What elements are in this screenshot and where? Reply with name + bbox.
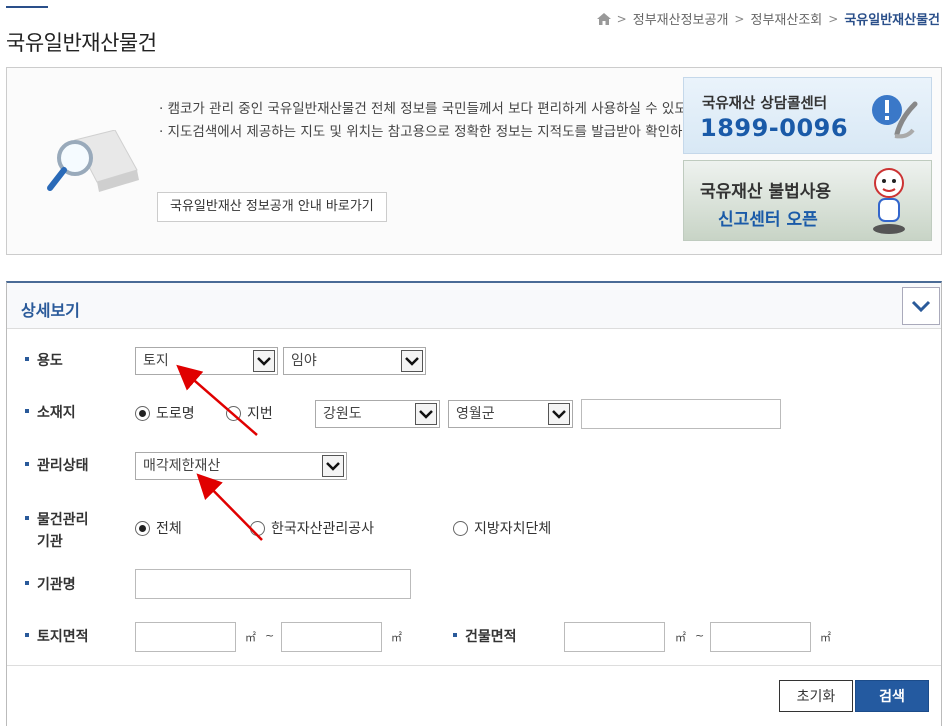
agency-name-input[interactable] [135,569,411,599]
collapse-toggle-button[interactable] [902,287,940,325]
breadcrumb-separator-icon: > [616,11,627,26]
breadcrumb-separator-icon: > [734,11,745,26]
land-area-label: 토지면적 [25,626,89,648]
location-county-select[interactable]: 영월군 [448,400,573,428]
chevron-down-icon [911,300,931,312]
report-banner-line1: 국유재산 불법사용 [700,182,832,202]
guide-link-button[interactable]: 국유일반재산 정보공개 안내 바로가기 [157,192,387,222]
call-center-title: 국유재산 상담콜센터 [702,96,828,112]
chevron-down-icon [415,403,437,425]
panel-footer: 초기화 검색 [7,665,941,727]
chevron-down-icon [401,350,423,372]
land-area-unit: ㎡ [391,631,402,644]
reset-button[interactable]: 초기화 [779,680,853,712]
header-accent-line [6,6,48,8]
building-area-max-input[interactable] [710,622,811,652]
building-area-unit: ㎡ [675,631,686,644]
agency-radio-all[interactable]: 전체 [135,518,182,538]
info-box: · 캠코가 관리 중인 국유일반재산물건 전체 정보를 국민들께서 보다 편리하… [6,67,942,255]
phone-info-icon [872,95,918,139]
agency-radio-kamco[interactable]: 한국자산관리공사 [250,518,374,538]
location-label: 소재지 [25,402,76,424]
agency-name-label: 기관명 [25,574,76,596]
range-separator: ~ [695,629,705,642]
radio-checked-icon [135,520,150,536]
breadcrumb-current: 국유일반재산물건 [844,13,940,28]
location-detail-input[interactable] [581,399,781,429]
panel-header: 상세보기 [7,283,941,329]
breadcrumb: > 정부재산정보공개 > 정부재산조회 > 국유일반재산물건 [596,9,940,28]
chevron-down-icon [548,403,570,425]
building-area-unit: ㎡ [820,631,831,644]
chevron-down-icon [253,350,275,372]
location-radio-lot[interactable]: 지번 [226,403,273,423]
radio-unchecked-icon [250,520,265,536]
status-label: 관리상태 [25,455,89,477]
panel-title: 상세보기 [21,301,80,320]
search-button[interactable]: 검색 [855,680,929,712]
land-area-min-input[interactable] [135,622,236,652]
land-area-unit: ㎡ [245,631,256,644]
status-select[interactable]: 매각제한재산 [135,452,347,480]
building-area-label: 건물면적 [453,626,517,648]
detail-panel: 상세보기 용도 토지 임야 소재지 도로명 지번 강원도 영월군 관리상태 매각… [6,281,942,727]
range-separator: ~ [265,629,275,642]
magnifier-document-icon [47,130,139,192]
radio-unchecked-icon [226,405,241,421]
breadcrumb-item[interactable]: 정부재산정보공개 [633,9,729,28]
chevron-down-icon [322,455,344,477]
agency-label: 물건관리 기관 [25,509,89,553]
radio-unchecked-icon [453,520,468,536]
call-center-phone: 1899-0096 [700,114,849,142]
building-area-min-input[interactable] [564,622,665,652]
breadcrumb-item[interactable]: 정부재산조회 [750,9,822,28]
radio-checked-icon [135,405,150,421]
usage-label: 용도 [25,350,63,372]
home-icon[interactable] [596,12,611,25]
usage-select-secondary[interactable]: 임야 [283,347,426,375]
land-area-max-input[interactable] [281,622,382,652]
agency-radio-local[interactable]: 지방자치단체 [453,518,551,538]
location-radio-road[interactable]: 도로명 [135,403,195,423]
location-province-select[interactable]: 강원도 [315,400,440,428]
breadcrumb-separator-icon: > [828,11,839,26]
page-title: 국유일반재산물건 [6,31,157,55]
mascot-icon [873,168,905,234]
usage-select-primary[interactable]: 토지 [135,347,278,375]
call-center-banner[interactable]: 국유재산 상담콜센터 1899-0096 [683,77,932,154]
report-banner-line2: 신고센터 오픈 [718,210,818,230]
illegal-use-report-banner[interactable]: 국유재산 불법사용 신고센터 오픈 [683,160,932,241]
